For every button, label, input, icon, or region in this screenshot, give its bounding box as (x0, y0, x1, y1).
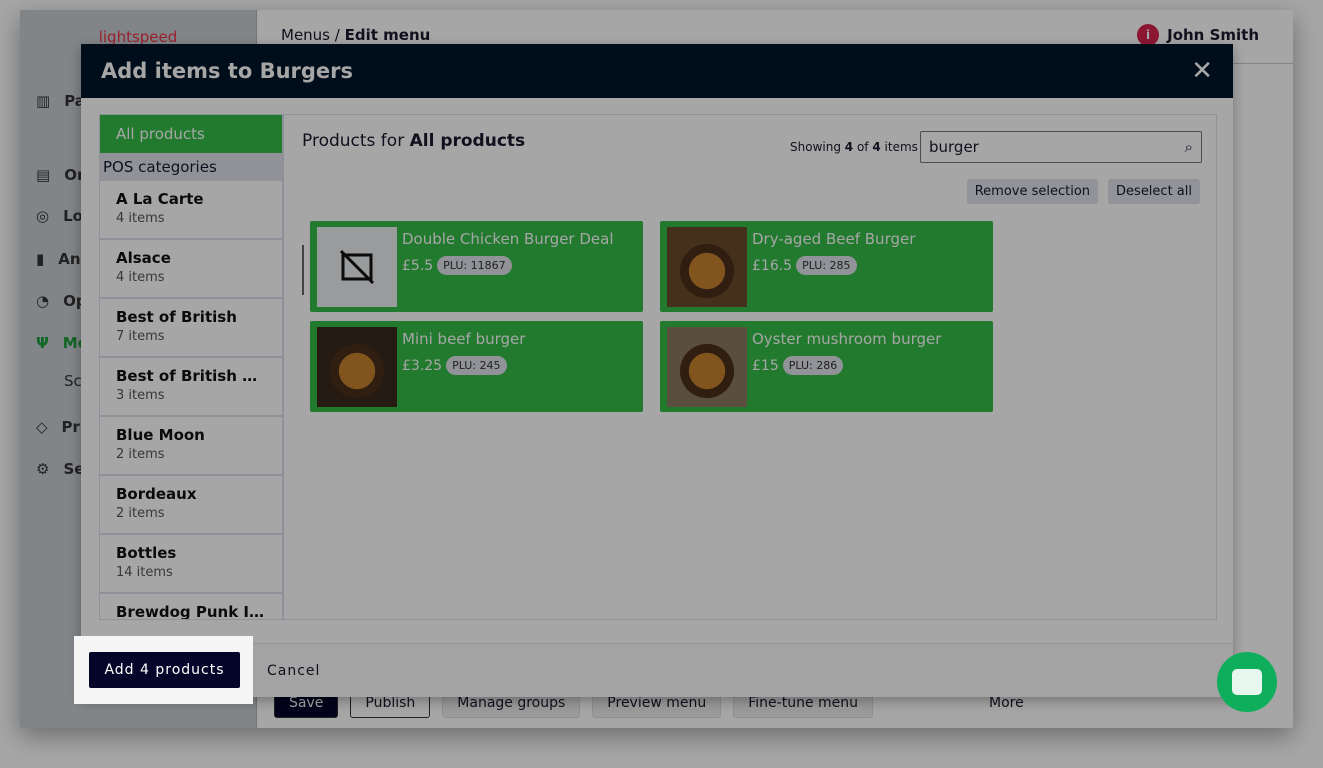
chat-icon (1232, 669, 1262, 695)
product-price: £15 (752, 357, 779, 374)
user-menu[interactable]: i John Smith (1137, 24, 1259, 46)
tag-icon: ◇ (36, 418, 48, 436)
burger-photo (667, 227, 747, 307)
add-items-modal: Add items to Burgers ✕ All products POS … (81, 44, 1233, 697)
category-all-products[interactable]: All products (100, 115, 282, 153)
close-icon[interactable]: ✕ (1191, 56, 1213, 86)
remove-selection-button[interactable]: Remove selection (966, 179, 1099, 204)
category-name: Alsace (116, 249, 171, 267)
no-image-icon (317, 227, 397, 307)
add-products-button[interactable]: Add 4 products (89, 652, 240, 688)
category-count: 14 items (116, 565, 173, 580)
product-name: Mini beef burger (402, 330, 526, 348)
result-count: Showing 4 of 4 items (790, 140, 918, 154)
product-card[interactable]: Double Chicken Burger Deal £5.5 PLU: 11867 (310, 221, 643, 312)
category-count: 4 items (116, 211, 165, 226)
category-item[interactable]: Best of British 7 items (100, 299, 282, 358)
category-item[interactable]: Blue Moon 2 items (100, 417, 282, 476)
sidebar-item[interactable]: ⚙ Se (36, 460, 84, 478)
burger-photo (667, 327, 747, 407)
receipt-icon: ▤ (36, 166, 51, 184)
category-count: 2 items (116, 506, 165, 521)
search-icon[interactable]: ⌕ (1185, 138, 1193, 156)
gauge-icon: ◔ (36, 292, 50, 310)
category-count: 3 items (116, 388, 165, 403)
category-name: Bordeaux (116, 485, 197, 503)
category-item[interactable]: Bottles 14 items (100, 535, 282, 594)
plu-badge: PLU: 245 (446, 356, 507, 375)
category-item[interactable]: Best of British No ... 3 items (100, 358, 282, 417)
category-name: Best of British No ... (116, 367, 266, 385)
category-name: Bottles (116, 544, 177, 562)
search-input[interactable]: burger ⌕ (920, 131, 1202, 163)
sidebar-item[interactable]: ◇ Pr (36, 418, 80, 436)
category-count: 2 items (116, 447, 165, 462)
product-price: £3.25 (402, 357, 443, 374)
highlight-box: Add 4 products (74, 636, 253, 704)
product-card[interactable]: Oyster mushroom burger £15 PLU: 286 (660, 321, 993, 412)
modal-header: Add items to Burgers ✕ (81, 44, 1233, 98)
avatar: i (1137, 24, 1160, 46)
fork-knife-icon: Ψ (36, 334, 49, 352)
product-name: Dry-aged Beef Burger (752, 230, 916, 248)
modal-title: Add items to Burgers (101, 59, 354, 83)
product-price: £16.5 (752, 257, 793, 274)
modal-body: All products POS categories A La Carte 4 … (99, 114, 1217, 620)
modal-footer: Cancel (81, 643, 1233, 697)
scroll-indicator (302, 245, 304, 295)
sidebar-subitem[interactable]: Sc (64, 372, 82, 390)
cancel-button[interactable]: Cancel (267, 663, 320, 679)
deselect-all-button[interactable]: Deselect all (1108, 179, 1200, 204)
category-section-header: POS categories (100, 153, 282, 181)
category-name: Blue Moon (116, 426, 205, 444)
product-card[interactable]: Dry-aged Beef Burger £16.5 PLU: 285 (660, 221, 993, 312)
category-name: Best of British (116, 308, 237, 326)
category-item[interactable]: Bordeaux 2 items (100, 476, 282, 535)
category-count: 7 items (116, 329, 165, 344)
category-list[interactable]: All products POS categories A La Carte 4 … (100, 115, 284, 619)
category-name: A La Carte (116, 190, 204, 208)
location-icon: ◎ (36, 207, 50, 225)
product-price: £5.5 (402, 257, 434, 274)
category-item[interactable]: Brewdog Punk IPA (100, 594, 282, 619)
breadcrumb: Menus / Edit menu (281, 26, 431, 44)
burger-photo (317, 327, 397, 407)
category-name: Brewdog Punk IPA (116, 603, 266, 619)
product-name: Oyster mushroom burger (752, 330, 942, 348)
sidebar-item[interactable]: ▥ Pa (36, 92, 85, 110)
products-title: Products for All products (302, 131, 526, 151)
plu-badge: PLU: 11867 (437, 256, 512, 275)
bar-chart-icon: ▮ (36, 250, 45, 268)
product-card[interactable]: Mini beef burger £3.25 PLU: 245 (310, 321, 643, 412)
sidebar-item[interactable]: ◔ Op (36, 292, 87, 310)
product-name: Double Chicken Burger Deal (402, 230, 614, 248)
category-count: 4 items (116, 270, 165, 285)
plu-badge: PLU: 286 (782, 356, 844, 375)
sidebar-item[interactable]: ◎ Lo (36, 207, 83, 225)
breadcrumb-menus[interactable]: Menus (281, 26, 330, 44)
sidebar-item[interactable]: ▮ An (36, 250, 81, 268)
gear-icon: ⚙ (36, 460, 50, 478)
sidebar-item[interactable]: ▤ Or (36, 166, 84, 184)
plu-badge: PLU: 285 (796, 256, 857, 275)
building-icon: ▥ (36, 92, 51, 110)
category-item[interactable]: Alsace 4 items (100, 240, 282, 299)
category-item[interactable]: A La Carte 4 items (100, 181, 282, 240)
chat-launcher[interactable] (1217, 652, 1277, 712)
products-panel: Products for All products Showing 4 of 4… (284, 115, 1216, 619)
